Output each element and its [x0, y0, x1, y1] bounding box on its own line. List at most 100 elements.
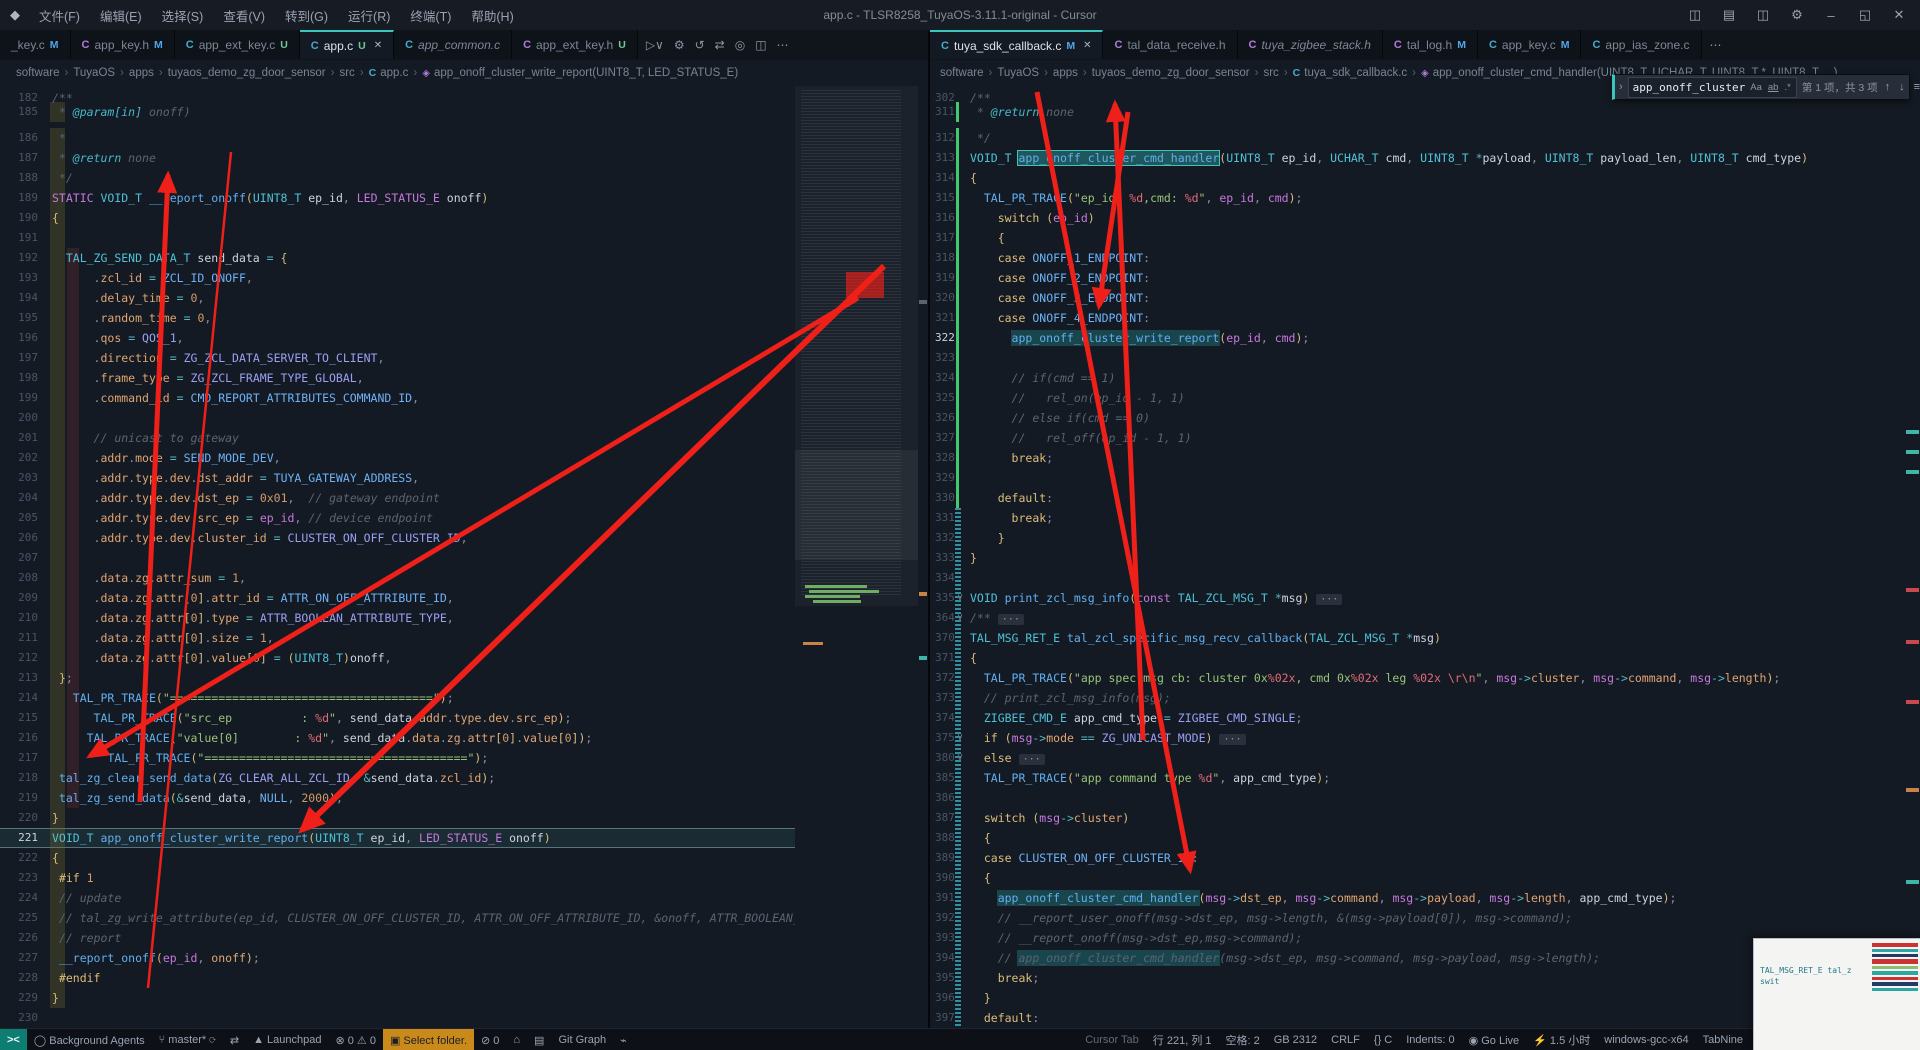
- line-number[interactable]: 209: [4, 588, 38, 608]
- code-line-386[interactable]: 386: [930, 788, 1905, 808]
- status-eol[interactable]: CRLF: [1324, 1029, 1367, 1050]
- breadcrumb-item[interactable]: apps: [129, 67, 154, 79]
- menu-item[interactable]: 终端(T): [401, 4, 460, 27]
- code-line-328[interactable]: 328 break;: [930, 448, 1905, 468]
- editor-action-icon[interactable]: ↺: [695, 38, 705, 52]
- line-number[interactable]: 214: [4, 688, 38, 708]
- line-number[interactable]: 388: [935, 828, 955, 848]
- line-number[interactable]: 213: [4, 668, 38, 688]
- code-line-190[interactable]: 190 {: [0, 208, 795, 228]
- code-line-213[interactable]: 213 };: [0, 668, 795, 688]
- line-number[interactable]: 229: [4, 988, 38, 1008]
- tab-app_ext_key.h[interactable]: Capp_ext_key.h U: [512, 30, 638, 59]
- line-number[interactable]: 207: [4, 548, 38, 568]
- tab-tal_log.h[interactable]: Ctal_log.h M: [1382, 30, 1478, 59]
- breadcrumb-item[interactable]: src: [1263, 67, 1278, 79]
- code-line-198[interactable]: 198 .frame_type = ZG_ZCL_FRAME_TYPE_GLOB…: [0, 368, 795, 388]
- line-number[interactable]: 198: [4, 368, 38, 388]
- line-number[interactable]: 375: [935, 728, 955, 748]
- code-line-335[interactable]: 335 ∨ VOID print_zcl_msg_info(const TAL_ZC…: [930, 588, 1905, 608]
- tab-app_key.c[interactable]: Capp_key.c M: [1477, 30, 1582, 59]
- breadcrumb-item[interactable]: src: [339, 67, 354, 79]
- code-line-203[interactable]: 203 .addr.type.dev.dst_addr = TUYA_GATEW…: [0, 468, 795, 488]
- line-number[interactable]: 204: [4, 488, 38, 508]
- line-number[interactable]: 373: [935, 688, 955, 708]
- code-line-389[interactable]: 389 case CLUSTER_ON_OFF_CLUSTER_ID:: [930, 848, 1905, 868]
- line-number[interactable]: 222: [4, 848, 38, 868]
- code-line-202[interactable]: 202 .addr.mode = SEND_MODE_DEV,: [0, 448, 795, 468]
- line-number[interactable]: 314: [935, 168, 955, 188]
- pane-divider[interactable]: [928, 30, 930, 1028]
- code-line-215[interactable]: 215 TAL_PR_TRACE("src_ep : %d", send_dat…: [0, 708, 795, 728]
- line-number[interactable]: 389: [935, 848, 955, 868]
- code-line-325[interactable]: 325 // rel_on(ep_id - 1, 1): [930, 388, 1905, 408]
- code-line-191[interactable]: 191: [0, 228, 795, 248]
- line-number[interactable]: 387: [935, 808, 955, 828]
- line-number[interactable]: 331: [935, 508, 955, 528]
- line-number[interactable]: 189: [4, 188, 38, 208]
- editor-action-icon[interactable]: ◫: [755, 38, 766, 52]
- line-number[interactable]: 380: [935, 748, 955, 768]
- code-line-320[interactable]: 320 case ONOFF_3_ENDPOINT:: [930, 288, 1905, 308]
- tab-tuya_zigbee_stack.h[interactable]: Ctuya_zigbee_stack.h: [1237, 30, 1383, 59]
- close-icon[interactable]: ✕: [1884, 7, 1914, 23]
- status-zap-icon[interactable]: ⌁: [613, 1029, 634, 1050]
- toggle-replace-icon[interactable]: ›: [1619, 81, 1623, 93]
- editor-action-icon[interactable]: ⋯: [1710, 38, 1722, 52]
- line-number[interactable]: 221: [4, 828, 38, 848]
- status-remote-indicator[interactable]: ><: [0, 1029, 27, 1050]
- line-number[interactable]: 219: [4, 788, 38, 808]
- line-number[interactable]: 208: [4, 568, 38, 588]
- code-line-208[interactable]: 208 .data.zg.attr_sum = 1,: [0, 568, 795, 588]
- editor-action-icon[interactable]: ▷∨: [646, 38, 664, 52]
- line-number[interactable]: 323: [935, 348, 955, 368]
- line-number[interactable]: 199: [4, 388, 38, 408]
- code-line-200[interactable]: 200: [0, 408, 795, 428]
- line-number[interactable]: 317: [935, 228, 955, 248]
- code-line-193[interactable]: 193 .zcl_id = ZCL_ID_ONOFF,: [0, 268, 795, 288]
- line-number[interactable]: 220: [4, 808, 38, 828]
- code-line-312[interactable]: 312 */: [930, 128, 1905, 148]
- line-number[interactable]: 196: [4, 328, 38, 348]
- code-line-375[interactable]: 375 ∨ if (msg->mode == ZG_UNICAST_MODE) ··…: [930, 728, 1905, 748]
- breadcrumb-item[interactable]: TuyaOS: [997, 67, 1039, 79]
- fold-chevron-icon[interactable]: ∨: [957, 748, 963, 768]
- code-line-323[interactable]: 323: [930, 348, 1905, 368]
- code-line-373[interactable]: 373 // print_zcl_msg_info(msg);: [930, 688, 1905, 708]
- breadcrumb-item[interactable]: tuyaos_demo_zg_door_sensor: [168, 67, 326, 79]
- status-indentation[interactable]: 空格: 2: [1219, 1029, 1267, 1050]
- line-number[interactable]: 197: [4, 348, 38, 368]
- line-number[interactable]: 396: [935, 988, 955, 1008]
- line-number[interactable]: 391: [935, 888, 955, 908]
- breadcrumb-item[interactable]: software: [16, 67, 59, 79]
- line-number[interactable]: 324: [935, 368, 955, 388]
- layout-toggle-icon[interactable]: ⚙: [1782, 7, 1812, 23]
- overview-ruler-left[interactable]: [918, 86, 928, 1028]
- line-number[interactable]: 187: [4, 148, 38, 168]
- layout-toggle-icon[interactable]: ◫: [1680, 7, 1710, 23]
- code-line-209[interactable]: 209 .data.zg.attr[0].attr_id = ATTR_ON_O…: [0, 588, 795, 608]
- line-number[interactable]: 195: [4, 308, 38, 328]
- code-line-315[interactable]: 315 TAL_PR_TRACE("ep_id: %d,cmd: %d", ep…: [930, 188, 1905, 208]
- status-time-tracker[interactable]: ⚡ 1.5 小时: [1526, 1029, 1597, 1050]
- whole-word-icon[interactable]: ab: [1767, 82, 1780, 93]
- code-line-199[interactable]: 199 .command_id = CMD_REPORT_ATTRIBUTES_…: [0, 388, 795, 408]
- code-line-322[interactable]: 322 app_onoff_cluster_write_report(ep_id…: [930, 328, 1905, 348]
- editor-right[interactable]: 302/** 311 * @return none 312 */313 VOID_T …: [930, 86, 1920, 1028]
- tab-app_ias_zone.c[interactable]: Capp_ias_zone.c: [1581, 30, 1702, 59]
- code-line-192[interactable]: 192 TAL_ZG_SEND_DATA_T send_data = {: [0, 248, 795, 268]
- code-line-201[interactable]: 201 // unicast to gateway: [0, 428, 795, 448]
- status-select-folder[interactable]: ▣ Select folder.: [382, 1029, 474, 1050]
- menu-item[interactable]: 帮助(H): [462, 4, 522, 27]
- code-line-319[interactable]: 319 case ONOFF_2_ENDPOINT:: [930, 268, 1905, 288]
- line-number[interactable]: 321: [935, 308, 955, 328]
- line-number[interactable]: 319: [935, 268, 955, 288]
- code-line-318[interactable]: 318 case ONOFF_1_ENDPOINT:: [930, 248, 1905, 268]
- line-number[interactable]: 185: [4, 102, 38, 122]
- code-line-333[interactable]: 333}: [930, 548, 1905, 568]
- status-git-graph[interactable]: Git Graph: [551, 1029, 613, 1050]
- code-line-189[interactable]: 189 STATIC VOID_T __report_onoff(UINT8_T …: [0, 188, 795, 208]
- line-number[interactable]: 394: [935, 948, 955, 968]
- line-number[interactable]: 212: [4, 648, 38, 668]
- line-number[interactable]: 191: [4, 228, 38, 248]
